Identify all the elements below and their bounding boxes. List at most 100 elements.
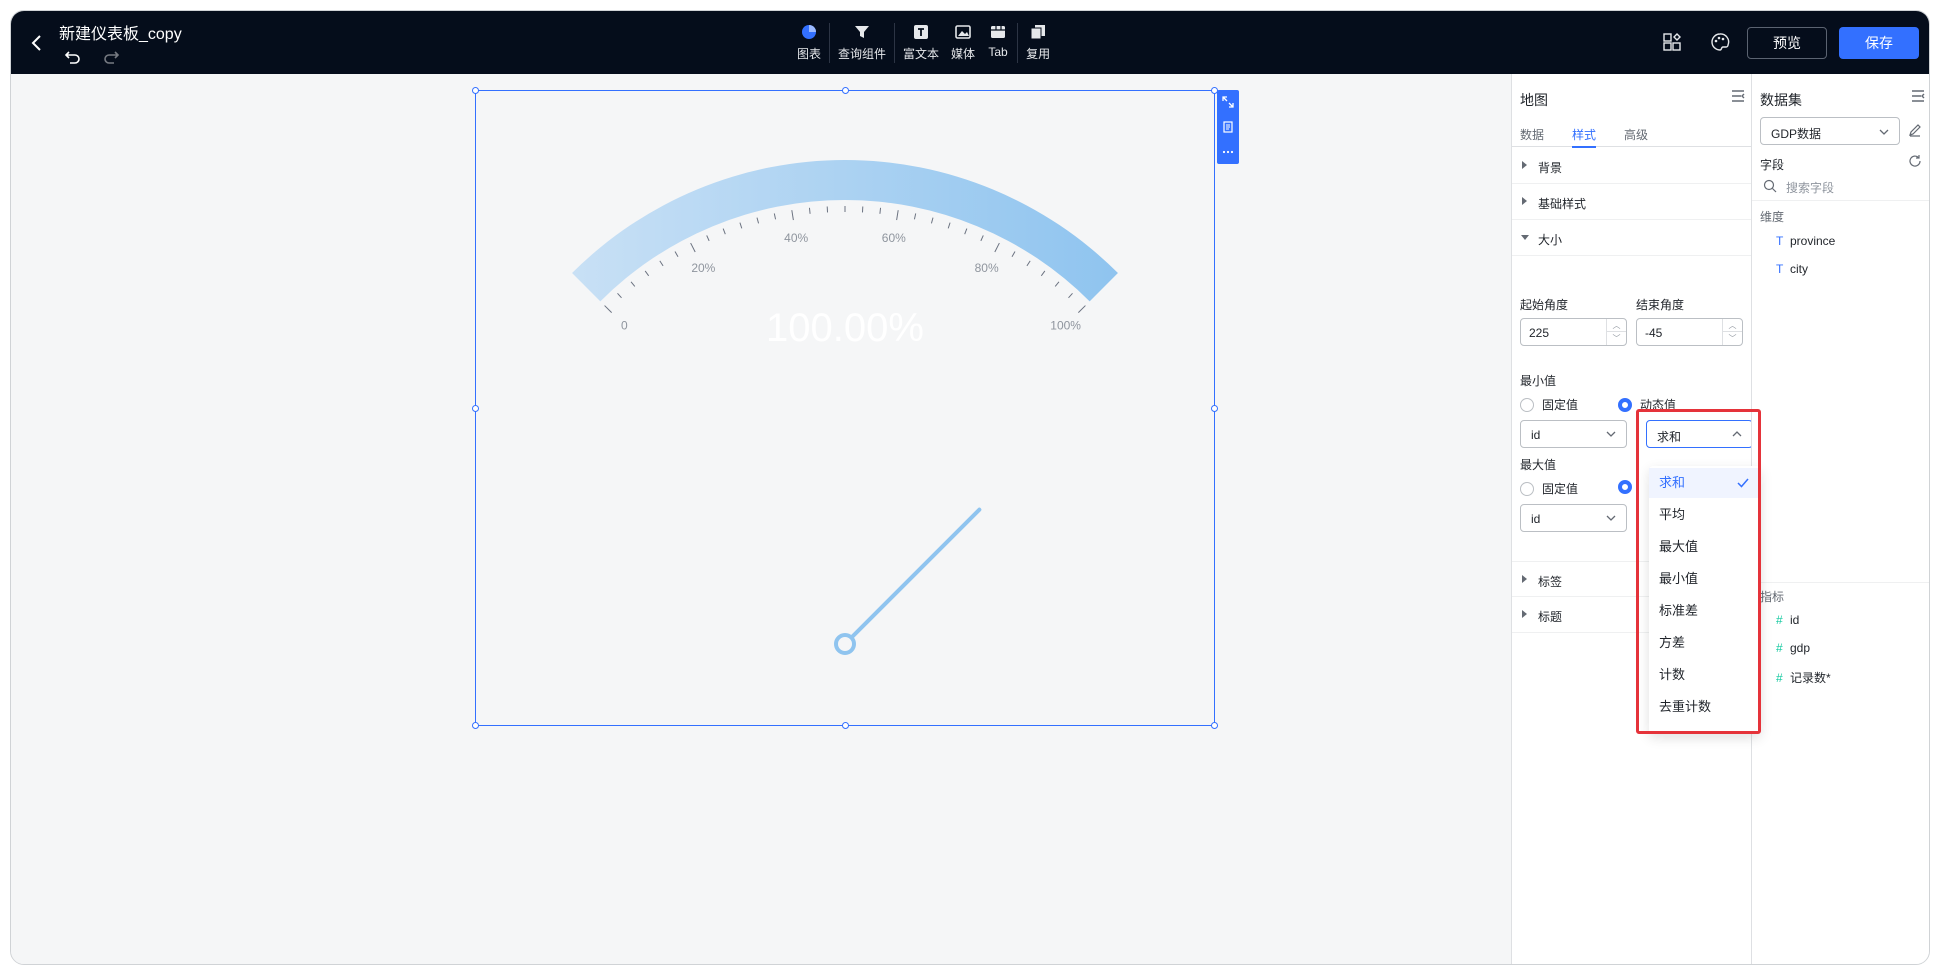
chevron-down-icon [1879,129,1889,135]
min-value-label: 最小值 [1520,374,1557,388]
detail-icon[interactable] [1221,120,1235,134]
measure-name: 记录数* [1790,671,1831,685]
caret-right-icon [1522,197,1527,205]
section-size[interactable]: 大小 [1512,220,1752,256]
start-angle-input[interactable]: 225 ︿ ﹀ [1520,318,1627,346]
theme-palette-icon[interactable] [1709,31,1731,53]
gauge-pointer-hub [834,633,856,655]
gauge-tick [1077,305,1086,314]
gauge-tick [980,235,984,242]
edit-icon[interactable] [1908,123,1922,137]
stepper[interactable]: ︿ ﹀ [1606,319,1626,345]
top-bar: 新建仪表板_copy 图表 查询组件 富文本 媒体 Tab 复用 预览 保存 [11,11,1929,74]
tool-tab[interactable]: Tab [981,21,1015,59]
tool-query[interactable]: 查询组件 [832,21,892,62]
chevron-up-icon [1732,431,1742,437]
tool-media[interactable]: 媒体 [945,21,981,62]
tab-data[interactable]: 数据 [1520,126,1544,143]
resize-handle[interactable] [472,87,479,94]
resize-handle[interactable] [842,722,849,729]
agg-option[interactable]: 求和 [1649,468,1761,498]
resize-handle[interactable] [1211,722,1218,729]
dashboard-title[interactable]: 新建仪表板_copy [59,20,182,44]
chart-type-title: 地图 [1520,92,1548,108]
tool-media-label: 媒体 [951,47,976,61]
redo-icon[interactable] [101,47,121,67]
collapse-panel-icon[interactable] [1910,88,1926,104]
tab-style[interactable]: 样式 [1572,126,1596,143]
min-field-value: id [1531,428,1541,442]
preview-button[interactable]: 预览 [1747,27,1827,59]
agg-option[interactable]: 方差 [1649,628,1761,658]
chevron-down-icon[interactable]: ﹀ [1723,332,1742,345]
gauge-chart: 0 20% 40% 60% 80% 100% 100.00% [572,160,1118,655]
caret-right-icon [1522,161,1527,169]
more-icon[interactable] [1221,145,1235,159]
chart-toolbox [1217,90,1239,164]
start-angle-label: 起始角度 [1520,298,1569,312]
tab-advanced[interactable]: 高级 [1624,126,1648,143]
gauge-pointer [843,507,982,646]
gauge-tick-label: 40% [784,231,808,245]
tool-richtext[interactable]: 富文本 [897,21,945,62]
tab-icon [987,21,1009,43]
min-dynamic-radio[interactable]: 动态值 [1618,396,1676,413]
radio-dot [1520,397,1534,412]
agg-option[interactable]: 计数 [1649,660,1761,690]
config-tabs: 数据 样式 高级 [1512,119,1752,148]
dimension-name: city [1790,262,1808,276]
stepper[interactable]: ︿ ﹀ [1722,319,1742,345]
agg-option[interactable]: 去重计数 [1649,692,1761,722]
section-base-style[interactable]: 基础样式 [1512,184,1752,220]
dashboard-canvas[interactable]: 0 20% 40% 60% 80% 100% 100.00% [11,74,1511,964]
chevron-up-icon[interactable]: ︿ [1723,319,1742,332]
tool-reuse[interactable]: 复用 [1020,21,1056,62]
max-fixed-radio[interactable]: 固定值 [1520,480,1578,497]
gauge-tick [879,207,882,214]
text-type-icon: T [1776,234,1784,248]
fullscreen-icon[interactable] [1221,95,1235,109]
min-field-select[interactable]: id [1520,420,1627,448]
measure-field[interactable]: # 记录数* [1776,669,1831,686]
undo-icon[interactable] [63,47,83,67]
agg-option[interactable]: 最小值 [1649,564,1761,594]
toolbar-divider [1017,23,1019,63]
tool-chart[interactable]: 图表 [791,21,827,62]
dataset-select[interactable]: GDP数据 [1760,117,1900,145]
end-angle-input[interactable]: -45 ︿ ﹀ [1636,318,1743,346]
max-dynamic-radio[interactable] [1618,480,1640,494]
save-button[interactable]: 保存 [1839,27,1919,59]
resize-handle[interactable] [472,405,479,412]
resize-handle[interactable] [472,722,479,729]
end-angle-value: -45 [1645,326,1663,340]
min-fixed-radio[interactable]: 固定值 [1520,396,1578,413]
agg-option[interactable]: 平均 [1649,500,1761,530]
section-background[interactable]: 背景 [1512,148,1752,184]
copy-icon [1027,21,1049,43]
min-agg-select[interactable]: 求和 [1646,420,1753,448]
section-title-label: 标题 [1538,610,1563,624]
measure-field[interactable]: # gdp [1776,641,1810,655]
tool-reuse-label: 复用 [1026,47,1051,61]
refresh-icon[interactable] [1908,154,1922,168]
dimension-field[interactable]: Tcity [1776,262,1808,276]
number-type-icon: # [1776,670,1783,685]
dimension-field[interactable]: Tprovince [1776,234,1835,248]
gauge-tick [913,213,917,220]
chevron-down-icon[interactable]: ﹀ [1607,332,1626,345]
chevron-up-icon[interactable]: ︿ [1607,319,1626,332]
resize-handle[interactable] [842,87,849,94]
number-type-icon: # [1776,641,1783,655]
layout-grid-icon[interactable] [1661,31,1683,53]
gauge-tick-label: 0 [621,318,628,332]
section-base-style-label: 基础样式 [1538,197,1587,211]
collapse-panel-icon[interactable] [1730,88,1746,104]
max-field-select[interactable]: id [1520,504,1627,532]
agg-option[interactable]: 标准差 [1649,596,1761,626]
agg-option[interactable]: 最大值 [1649,532,1761,562]
measure-field[interactable]: # id [1776,613,1799,627]
back-arrow-icon[interactable] [25,31,49,55]
gauge-chart-component[interactable]: 0 20% 40% 60% 80% 100% 100.00% [472,87,1218,729]
field-search-input[interactable]: 搜索字段 [1760,174,1924,198]
resize-handle[interactable] [1211,405,1218,412]
